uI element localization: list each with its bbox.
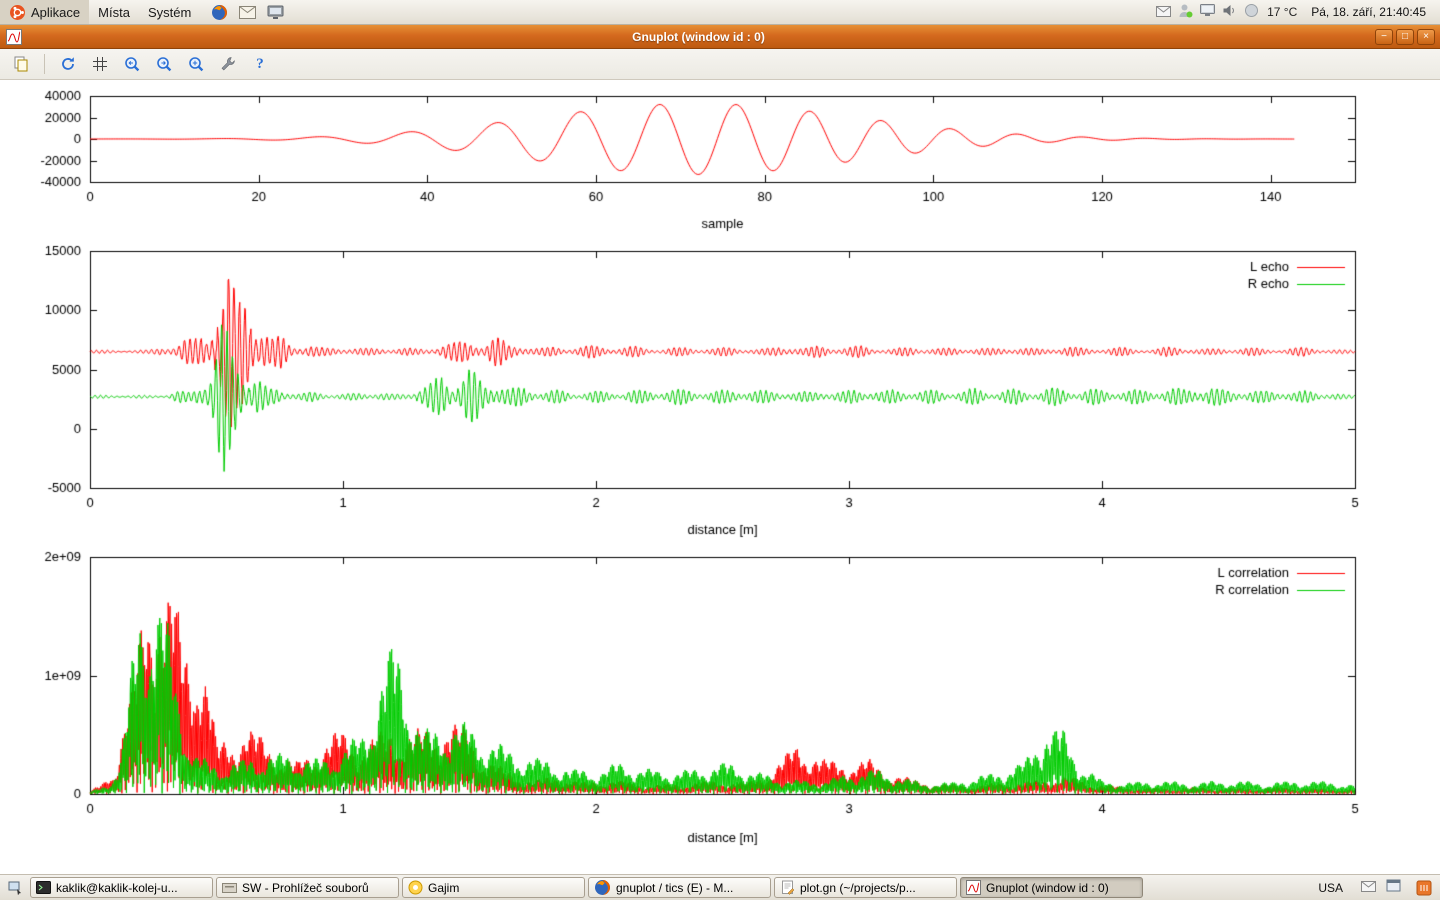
grid-icon bbox=[93, 57, 107, 71]
terminal-icon bbox=[36, 880, 51, 895]
applet-window-tray-item[interactable] bbox=[1386, 878, 1401, 898]
taskbar-item[interactable]: Gnuplot (window id : 0) bbox=[960, 877, 1143, 898]
bottom-panel: kaklik@kaklik-kolej-u... SW - Prohlížeč s… bbox=[0, 874, 1440, 900]
taskbar-item[interactable]: gnuplot / tics (E) - M... bbox=[588, 877, 771, 898]
menu-places[interactable]: Místa bbox=[89, 0, 139, 24]
mail-icon bbox=[1361, 881, 1376, 892]
configure-button[interactable] bbox=[215, 51, 241, 77]
menu-system[interactable]: Systém bbox=[139, 0, 200, 24]
screenshot-launcher-icon bbox=[267, 5, 284, 20]
gnuplot-window-icon bbox=[6, 29, 22, 45]
panel-menus: Aplikace Místa Systém bbox=[0, 0, 200, 24]
firefox-launcher[interactable] bbox=[208, 1, 230, 23]
replot-button[interactable] bbox=[55, 51, 81, 77]
autoscale-icon bbox=[188, 56, 205, 73]
weather-icon bbox=[1244, 3, 1259, 18]
copy-icon bbox=[13, 56, 29, 72]
zoom-previous-button[interactable] bbox=[119, 51, 145, 77]
volume-icon bbox=[1222, 3, 1237, 18]
display-tray-item[interactable] bbox=[1200, 4, 1215, 20]
taskbar-item-label: Gnuplot (window id : 0) bbox=[986, 881, 1109, 895]
evolution-launcher-launcher[interactable] bbox=[236, 1, 258, 23]
window-title: Gnuplot (window id : 0) bbox=[22, 30, 1375, 44]
configure-icon bbox=[220, 56, 236, 72]
menu-label: Místa bbox=[98, 5, 130, 20]
correlation-chart bbox=[0, 546, 1440, 848]
zoom-next-icon bbox=[156, 56, 173, 73]
grid-button[interactable] bbox=[87, 51, 113, 77]
gnome-top-panel: Aplikace Místa Systém 17 °C Pá, 18. září, … bbox=[0, 0, 1440, 25]
taskbar-item[interactable]: Gajim bbox=[402, 877, 585, 898]
menu-label: Systém bbox=[148, 5, 191, 20]
window-titlebar[interactable]: Gnuplot (window id : 0) −□× bbox=[0, 25, 1440, 49]
session-icon bbox=[1178, 3, 1193, 18]
gajim-icon bbox=[408, 880, 423, 895]
panel-launchers bbox=[208, 1, 286, 23]
zoom-next-button[interactable] bbox=[151, 51, 177, 77]
taskbar-tray bbox=[1361, 878, 1401, 898]
volume-tray-item[interactable] bbox=[1222, 3, 1237, 21]
task-list: kaklik@kaklik-kolej-u... SW - Prohlížeč s… bbox=[30, 877, 1310, 898]
mail-icon bbox=[1156, 6, 1171, 17]
menu-label: Aplikace bbox=[31, 5, 80, 20]
plot-area bbox=[0, 80, 1440, 874]
display-icon bbox=[1200, 4, 1215, 17]
taskbar-item[interactable]: kaklik@kaklik-kolej-u... bbox=[30, 877, 213, 898]
show-desktop-button[interactable] bbox=[3, 877, 27, 899]
help-button[interactable]: ? bbox=[247, 51, 273, 77]
evolution-launcher-icon bbox=[239, 6, 256, 19]
screenshot-launcher-launcher[interactable] bbox=[264, 1, 286, 23]
file-manager-icon bbox=[222, 880, 237, 895]
taskbar-item-label: gnuplot / tics (E) - M... bbox=[616, 881, 733, 895]
session-tray-item[interactable] bbox=[1178, 3, 1193, 21]
taskbar-item[interactable]: SW - Prohlížeč souborů bbox=[216, 877, 399, 898]
mail-tray-item[interactable] bbox=[1156, 5, 1171, 20]
copy-button[interactable] bbox=[8, 51, 34, 77]
replot-icon bbox=[60, 56, 76, 72]
firefox-icon bbox=[594, 879, 611, 896]
panel-clock[interactable]: Pá, 18. září, 21:40:45 bbox=[1307, 3, 1430, 21]
mail-tray-item[interactable] bbox=[1361, 879, 1376, 897]
menu-applications[interactable]: Aplikace bbox=[0, 0, 89, 24]
weather-temperature: 17 °C bbox=[1267, 5, 1297, 19]
taskbar-item[interactable]: plot.gn (~/projects/p... bbox=[774, 877, 957, 898]
close-button[interactable]: × bbox=[1417, 29, 1435, 45]
toolbar-separator bbox=[44, 54, 45, 74]
weather-tray-item[interactable] bbox=[1244, 3, 1259, 21]
applet-window-icon bbox=[1386, 878, 1401, 893]
panel-tray bbox=[1156, 3, 1259, 21]
taskbar-item-label: plot.gn (~/projects/p... bbox=[800, 881, 916, 895]
chirp-signal-chart bbox=[0, 86, 1440, 234]
echo-signals-chart bbox=[0, 240, 1440, 540]
window-toolbar: ? bbox=[0, 49, 1440, 80]
minimize-button[interactable]: − bbox=[1375, 29, 1393, 45]
keyboard-layout-indicator[interactable]: USA bbox=[1310, 879, 1351, 897]
gnuplot-icon bbox=[966, 880, 981, 895]
autoscale-button[interactable] bbox=[183, 51, 209, 77]
firefox-icon bbox=[211, 4, 228, 21]
zoom-previous-icon bbox=[124, 56, 141, 73]
text-editor-icon bbox=[780, 880, 795, 895]
taskbar-item-label: Gajim bbox=[428, 881, 459, 895]
taskbar-item-label: kaklik@kaklik-kolej-u... bbox=[56, 881, 178, 895]
maximize-button[interactable]: □ bbox=[1396, 29, 1414, 45]
taskbar-item-label: SW - Prohlížeč souborů bbox=[242, 881, 369, 895]
window-buttons: −□× bbox=[1375, 29, 1435, 45]
ubuntu-logo-icon bbox=[9, 4, 26, 21]
trash-applet-icon[interactable] bbox=[1411, 877, 1437, 899]
